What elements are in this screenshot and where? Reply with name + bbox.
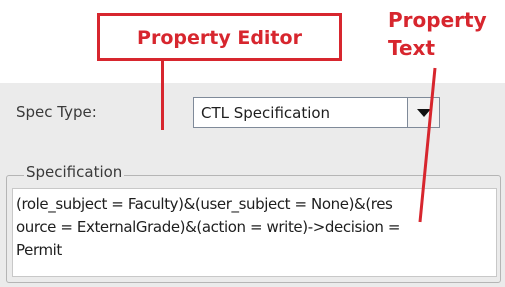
screenshot: Spec Type: CTL Specification Specificati… (0, 0, 505, 287)
dropdown-button[interactable] (407, 98, 439, 127)
property-text-callout-line2: Text (388, 36, 436, 60)
specification-line: (role_subject = Faculty)&(user_subject =… (16, 195, 393, 213)
specification-line: ource = ExternalGrade)&(action = write)-… (16, 218, 401, 236)
chevron-down-icon (417, 109, 431, 117)
property-editor-callout-label: Property Editor (137, 27, 302, 49)
specification-text-area[interactable]: (role_subject = Faculty)&(user_subject =… (12, 188, 497, 277)
specification-group-title: Specification (24, 163, 125, 181)
spec-type-dropdown[interactable]: CTL Specification (193, 97, 440, 128)
specification-line: Permit (16, 241, 62, 259)
property-text-callout: Property Text (388, 6, 487, 62)
spec-type-selected-value: CTL Specification (201, 104, 331, 122)
spec-type-label: Spec Type: (16, 103, 97, 121)
property-editor-pointer-line (161, 61, 164, 130)
property-text-callout-line1: Property (388, 8, 487, 32)
property-editor-callout: Property Editor (97, 13, 342, 61)
